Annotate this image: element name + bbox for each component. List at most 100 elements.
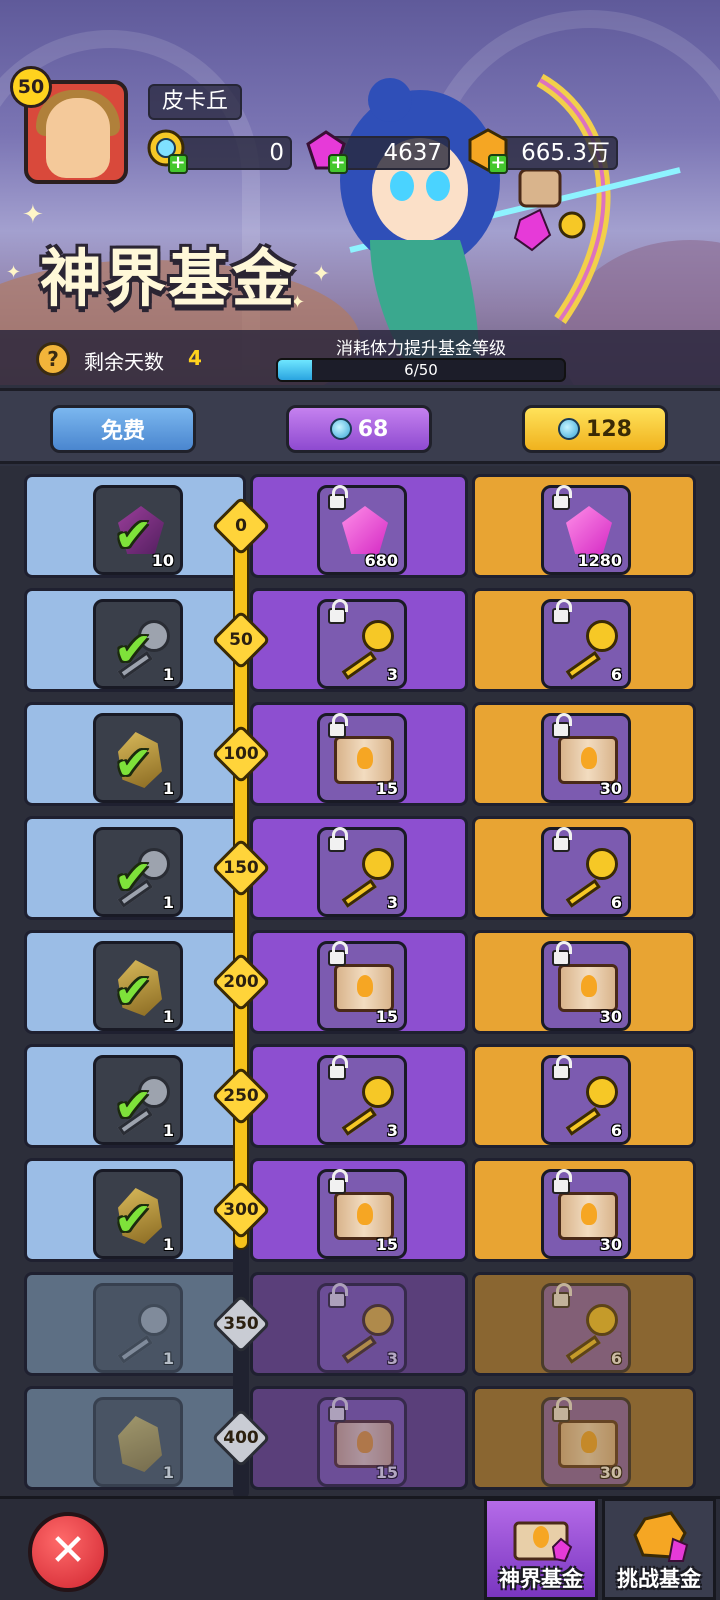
reward-item[interactable]: 6 bbox=[541, 827, 631, 917]
level-node-number: 100 bbox=[223, 744, 259, 764]
reward-item[interactable]: 30 bbox=[541, 1397, 631, 1487]
lock-icon bbox=[552, 1169, 572, 1194]
reward-item[interactable]: ✔ 1 bbox=[93, 941, 183, 1031]
reward-quantity: 680 bbox=[364, 551, 398, 570]
level-node: 400 bbox=[211, 1408, 271, 1468]
close-button[interactable]: ✕ bbox=[28, 1512, 108, 1592]
purple-reward-cell[interactable]: 3 bbox=[250, 816, 468, 920]
level-node: 300 bbox=[211, 1180, 271, 1240]
fund-banner: 50 皮卡丘 0 + 4637 + 665.3万 + ✦ ✦ ✦ ✦ 神界基金 bbox=[0, 0, 720, 385]
gold-reward-cell[interactable]: 30 bbox=[472, 702, 696, 806]
reward-quantity: 1 bbox=[162, 1235, 174, 1254]
tab-divine-fund[interactable]: 神界基金 bbox=[484, 1498, 598, 1600]
gold-tier-buy-button[interactable]: 128 bbox=[522, 405, 668, 453]
tab-divine-fund-label: 神界基金 bbox=[499, 1567, 583, 1591]
reward-item[interactable]: 3 bbox=[317, 599, 407, 689]
reward-item[interactable]: 15 bbox=[317, 1397, 407, 1487]
key-icon bbox=[336, 620, 394, 680]
lock-icon bbox=[328, 1283, 348, 1308]
reward-quantity: 30 bbox=[599, 1463, 622, 1482]
purple-reward-cell[interactable]: 15 bbox=[250, 1158, 468, 1262]
purple-tier-price: 68 bbox=[357, 416, 389, 442]
free-tier-label: 免费 bbox=[100, 419, 145, 444]
add-gold-button[interactable]: + bbox=[488, 154, 508, 174]
gold-reward-cell[interactable]: 6 bbox=[472, 1044, 696, 1148]
purple-reward-cell[interactable]: 15 bbox=[250, 702, 468, 806]
reward-list[interactable]: ✔ 10 680 1280 ✔ 1 3 6 ✔ 1 15 30 ✔ 1 3 6 ✔ 1 15 30 ✔ 1 3 6 ✔ 1 15 30… bbox=[0, 466, 720, 1496]
book-icon bbox=[558, 1192, 618, 1240]
add-diamond-button[interactable]: + bbox=[328, 154, 348, 174]
reward-quantity: 15 bbox=[375, 779, 398, 798]
purple-reward-cell[interactable]: 3 bbox=[250, 588, 468, 692]
book-icon bbox=[334, 1420, 394, 1468]
gold-reward-cell[interactable]: 30 bbox=[472, 930, 696, 1034]
level-node: 50 bbox=[211, 610, 271, 670]
gold-reward-cell[interactable]: 30 bbox=[472, 1158, 696, 1262]
purple-reward-cell[interactable]: 15 bbox=[250, 930, 468, 1034]
reward-item[interactable]: 3 bbox=[317, 1283, 407, 1373]
lock-icon bbox=[552, 827, 572, 852]
reward-item[interactable]: 1280 bbox=[541, 485, 631, 575]
level-node-number: 350 bbox=[223, 1314, 259, 1334]
lock-icon bbox=[328, 827, 348, 852]
sparkle-icon: ✦ bbox=[22, 200, 44, 230]
level-node: 0 bbox=[211, 496, 271, 556]
reward-quantity: 6 bbox=[610, 893, 622, 912]
reward-item[interactable]: 15 bbox=[317, 1169, 407, 1259]
gold-reward-cell[interactable]: 6 bbox=[472, 816, 696, 920]
ore-icon bbox=[118, 1416, 162, 1472]
tab-challenge-fund[interactable]: 挑战基金 bbox=[602, 1498, 716, 1600]
purple-reward-cell[interactable]: 3 bbox=[250, 1044, 468, 1148]
check-icon: ✔ bbox=[114, 508, 153, 562]
reward-item[interactable]: 6 bbox=[541, 1283, 631, 1373]
lock-icon bbox=[328, 713, 348, 738]
reward-item[interactable]: ✔ 1 bbox=[93, 1169, 183, 1259]
gold-reward-cell[interactable]: 6 bbox=[472, 1272, 696, 1376]
lock-icon bbox=[328, 485, 348, 510]
diamond-icon bbox=[342, 506, 388, 554]
lock-icon bbox=[328, 599, 348, 624]
fund-reward-row: ✔ 1 3 6 bbox=[24, 1044, 696, 1148]
purple-tier-buy-button[interactable]: 68 bbox=[286, 405, 432, 453]
reward-item[interactable]: ✔ 1 bbox=[93, 827, 183, 917]
reward-item[interactable]: ✔ 10 bbox=[93, 485, 183, 575]
reward-item[interactable]: ✔ 1 bbox=[93, 1055, 183, 1145]
fund-reward-row: 1 15 30 bbox=[24, 1386, 696, 1490]
reward-item[interactable]: 1 bbox=[93, 1397, 183, 1487]
purple-reward-cell[interactable]: 680 bbox=[250, 474, 468, 578]
player-name: 皮卡丘 bbox=[148, 84, 243, 120]
reward-item[interactable]: 3 bbox=[317, 1055, 407, 1145]
reward-item[interactable]: ✔ 1 bbox=[93, 599, 183, 689]
gold-reward-cell[interactable]: 1280 bbox=[472, 474, 696, 578]
player-level-badge: 50 bbox=[10, 66, 52, 108]
reward-quantity: 30 bbox=[599, 1007, 622, 1026]
reward-item[interactable]: 15 bbox=[317, 941, 407, 1031]
purple-reward-cell[interactable]: 15 bbox=[250, 1386, 468, 1490]
reward-item[interactable]: 30 bbox=[541, 1169, 631, 1259]
reward-item[interactable]: 680 bbox=[317, 485, 407, 575]
reward-quantity: 1 bbox=[162, 1121, 174, 1140]
reward-item[interactable]: 1 bbox=[93, 1283, 183, 1373]
reward-item[interactable]: ✔ 1 bbox=[93, 713, 183, 803]
purple-reward-cell[interactable]: 3 bbox=[250, 1272, 468, 1376]
reward-item[interactable]: 6 bbox=[541, 599, 631, 689]
lock-icon bbox=[328, 1397, 348, 1422]
add-blue-gem-button[interactable]: + bbox=[168, 154, 188, 174]
gold-reward-cell[interactable]: 30 bbox=[472, 1386, 696, 1490]
help-icon[interactable]: ? bbox=[36, 342, 70, 376]
reward-item[interactable]: 30 bbox=[541, 713, 631, 803]
reward-item[interactable]: 3 bbox=[317, 827, 407, 917]
gold-reward-cell[interactable]: 6 bbox=[472, 588, 696, 692]
fund-reward-row: ✔ 1 15 30 bbox=[24, 930, 696, 1034]
free-tier-button[interactable]: 免费 bbox=[50, 405, 196, 453]
lock-icon bbox=[552, 1397, 572, 1422]
fund-level-progress-text: 6/50 bbox=[404, 361, 438, 379]
fund-reward-row: ✔ 1 3 6 bbox=[24, 816, 696, 920]
reward-item[interactable]: 6 bbox=[541, 1055, 631, 1145]
reward-quantity: 6 bbox=[610, 1349, 622, 1368]
blue-gem-icon bbox=[329, 418, 352, 440]
reward-item[interactable]: 30 bbox=[541, 941, 631, 1031]
level-node-number: 0 bbox=[235, 516, 247, 536]
reward-item[interactable]: 15 bbox=[317, 713, 407, 803]
level-node-number: 150 bbox=[223, 858, 259, 878]
